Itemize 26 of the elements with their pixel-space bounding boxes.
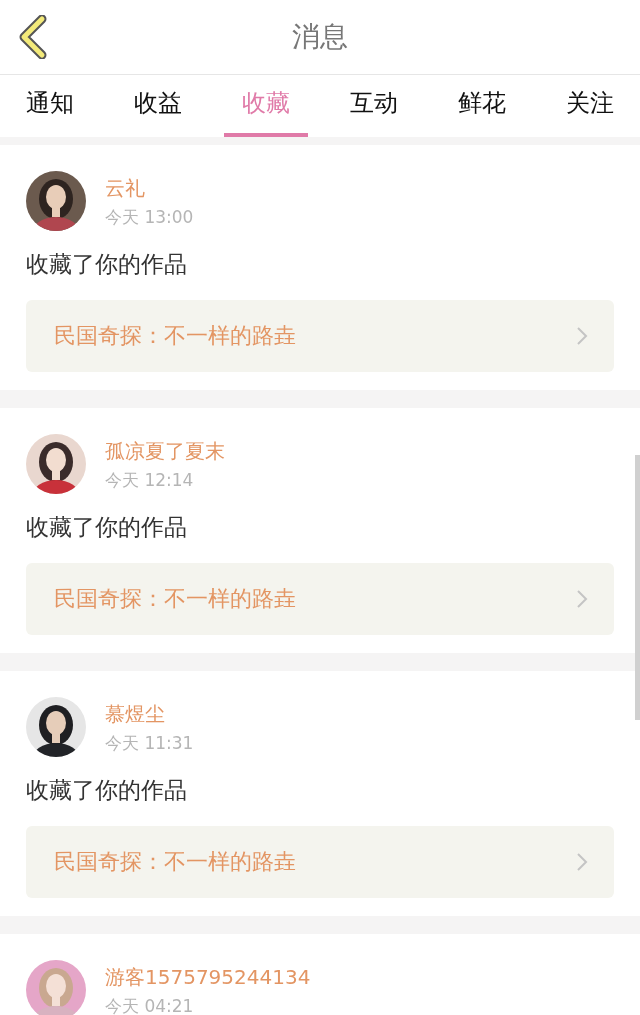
timestamp: 今天 04:21: [105, 995, 195, 1015]
user-name[interactable]: 孤凉夏了夏末: [105, 438, 225, 465]
back-icon[interactable]: [18, 15, 48, 59]
work-link[interactable]: 民国奇探：不一样的路垚: [26, 826, 614, 898]
timestamp: 今天 13:00: [105, 206, 194, 229]
message-text: 收藏了你的作品: [26, 250, 188, 279]
user-name[interactable]: 游客1575795244134: [105, 964, 311, 991]
chevron-right-icon: [576, 852, 588, 872]
work-link[interactable]: 民国奇探：不一样的路垚: [26, 563, 614, 635]
tab[interactable]: 通知: [8, 75, 92, 137]
timestamp: 今天 12:14: [105, 469, 195, 492]
chevron-right-icon: [576, 326, 588, 346]
user-name[interactable]: 慕煜尘: [105, 701, 194, 728]
chevron-right-icon: [576, 589, 588, 609]
page-title: 消息: [292, 19, 348, 55]
tab[interactable]: 收益: [116, 75, 200, 137]
timestamp: 今天 11:31: [105, 732, 194, 755]
scrollbar[interactable]: [635, 455, 640, 720]
tab[interactable]: 收藏: [224, 75, 308, 137]
work-link[interactable]: 民国奇探：不一样的路垚: [26, 300, 614, 372]
tab[interactable]: 鲜花: [440, 75, 524, 137]
message-text: 收藏了你的作品: [26, 776, 188, 805]
tab[interactable]: 互动: [332, 75, 416, 137]
message-text: 收藏了你的作品: [26, 513, 188, 542]
user-name[interactable]: 云礼: [105, 175, 194, 202]
tab[interactable]: 关注: [548, 75, 632, 137]
